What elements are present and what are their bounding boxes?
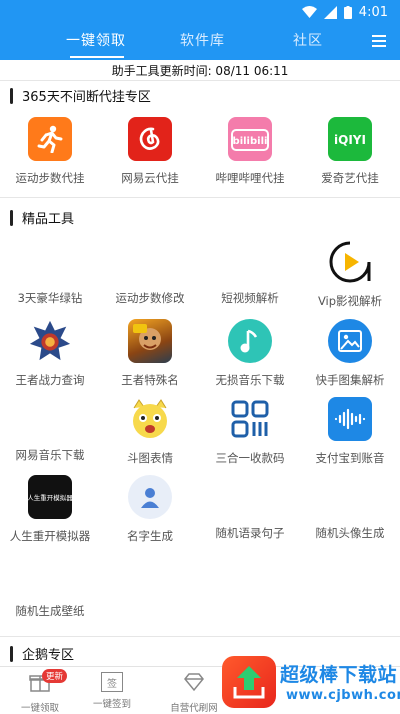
grid-item-vip-video[interactable]: Vip影视解析 — [300, 240, 400, 309]
grid-item-lossless-music[interactable]: 无损音乐下载 — [200, 319, 300, 388]
grid-item-label: 短视频解析 — [221, 291, 279, 305]
grid-item-label: 支付宝到账音 — [315, 451, 385, 465]
audio-wave-icon — [328, 397, 372, 441]
netease-music-icon — [128, 117, 172, 161]
grid-item-life-simulator[interactable]: 人生重开模拟器 人生重开模拟器 — [0, 475, 100, 544]
grid-item-label: 随机语录句子 — [215, 526, 285, 540]
grid-item-netease-download[interactable]: 网易音乐下载 — [0, 447, 100, 463]
signal-icon — [323, 5, 337, 19]
signin-icon: 签 — [101, 672, 123, 692]
grid-item-label: 三合一收款码 — [215, 451, 285, 465]
music-note-icon — [228, 319, 272, 363]
grid-item-green-diamond[interactable]: 3天豪华绿钻 — [0, 290, 100, 306]
tab-one-click-claim[interactable]: 一键领取 — [66, 30, 126, 50]
grid-item-special-name[interactable]: 王者特殊名 — [100, 319, 200, 388]
divider — [0, 197, 400, 198]
emoji-face-icon — [128, 397, 172, 441]
grid-item-label: 运动步数代挂 — [15, 171, 85, 185]
grid-item-label: 爱奇艺代挂 — [321, 171, 379, 185]
nav-label: 一键领取 — [20, 703, 59, 714]
grid-item-alipay-sound[interactable]: 支付宝到账音 — [300, 397, 400, 466]
video-play-icon — [328, 240, 372, 284]
grid-item-netease-cloud[interactable]: 网易云代挂 — [100, 117, 200, 186]
grid-item-step-modify[interactable]: 运动步数修改 — [100, 290, 200, 306]
tab-software-library[interactable]: 软件库 — [180, 30, 225, 50]
wifi-icon — [301, 6, 317, 18]
grid-item-power-query[interactable]: 王者战力查询 — [0, 319, 100, 388]
section-title-tools: 精品工具 — [10, 208, 74, 227]
grid-item-label: Vip影视解析 — [317, 294, 383, 308]
status-bar: 4:01 — [0, 0, 400, 24]
grid-item-label: 3天豪华绿钻 — [17, 291, 83, 305]
grid-item-label: 名字生成 — [127, 529, 173, 543]
grid-item-label: 快手图集解析 — [315, 373, 385, 387]
grid-item-bilibili[interactable]: bilibili 哔哩哔哩代挂 — [200, 117, 300, 186]
top-tab-bar: 一键领取 软件库 社区 — [0, 24, 400, 60]
watermark-title: 超级棒下载站 — [280, 664, 398, 686]
grid-item-label: 随机头像生成 — [315, 526, 385, 540]
grid-item-name-generator[interactable]: 名字生成 — [100, 475, 200, 544]
svg-text:iQIYI: iQIYI — [334, 133, 366, 147]
game-avatar-icon — [128, 319, 172, 363]
svg-text:bilibili: bilibili — [233, 136, 268, 147]
grid-item-meme-stickers[interactable]: 斗图表情 — [100, 397, 200, 466]
bilibili-icon: bilibili — [228, 117, 272, 161]
grid-item-label: 运动步数修改 — [115, 291, 185, 305]
iqiyi-icon: iQIYI — [328, 117, 372, 161]
grid-item-payment-qr[interactable]: 三合一收款码 — [200, 397, 300, 466]
nav-one-click-claim[interactable]: 更新 一键领取 — [0, 669, 80, 714]
grid-item-label: 哔哩哔哩代挂 — [215, 171, 285, 185]
download-site-logo-icon — [222, 656, 276, 708]
grid-item-iqiyi[interactable]: iQIYI 爱奇艺代挂 — [300, 117, 400, 186]
grid-item-label: 网易音乐下载 — [15, 448, 85, 462]
grid-item-kuaishou-gallery[interactable]: 快手图集解析 — [300, 319, 400, 388]
battery-icon — [343, 5, 352, 19]
image-gallery-icon — [328, 319, 372, 363]
nav-one-click-signin[interactable]: 签 一键签到 — [72, 672, 152, 710]
running-icon — [28, 117, 72, 161]
update-time-text: 助手工具更新时间: 08/11 06:11 — [111, 64, 289, 78]
grid-item-label: 王者特殊名 — [121, 373, 179, 387]
menu-icon[interactable] — [372, 35, 386, 50]
grid-item-random-wallpaper[interactable]: 随机生成壁纸 — [0, 603, 100, 619]
watermark-url: www.cjbwh.com — [286, 688, 400, 703]
grid-item-label: 随机生成壁纸 — [15, 604, 85, 618]
grid-item-random-avatar[interactable]: 随机头像生成 — [300, 525, 400, 541]
grid-item-random-quote[interactable]: 随机语录句子 — [200, 525, 300, 541]
life-simulator-icon: 人生重开模拟器 — [27, 475, 73, 519]
watermark-logo: 超级棒下载站 www.cjbwh.com — [222, 654, 400, 711]
section-title-365: 365天不间断代挂专区 — [10, 86, 151, 105]
nav-label: 一键签到 — [92, 699, 131, 710]
grid-item-step-count[interactable]: 运动步数代挂 — [0, 117, 100, 186]
divider — [0, 636, 400, 637]
grid-item-label: 无损音乐下载 — [215, 373, 285, 387]
user-avatar-icon — [128, 475, 172, 519]
section-title-penguin: 企鹅专区 — [10, 644, 74, 663]
qr-code-icon — [228, 397, 272, 441]
grid-item-label: 人生重开模拟器 — [9, 529, 91, 543]
grid-item-label: 网易云代挂 — [121, 171, 179, 185]
grid-item-label: 斗图表情 — [127, 451, 173, 465]
grid-item-label: 王者战力查询 — [15, 373, 85, 387]
hero-emblem-icon — [28, 319, 72, 363]
active-tab-indicator — [70, 56, 124, 58]
update-badge: 更新 — [42, 669, 68, 683]
grid-item-short-video-parse[interactable]: 短视频解析 — [200, 290, 300, 306]
status-time: 4:01 — [358, 4, 388, 20]
divider — [0, 80, 400, 81]
diamond-icon — [184, 673, 204, 692]
tab-community[interactable]: 社区 — [293, 30, 323, 50]
